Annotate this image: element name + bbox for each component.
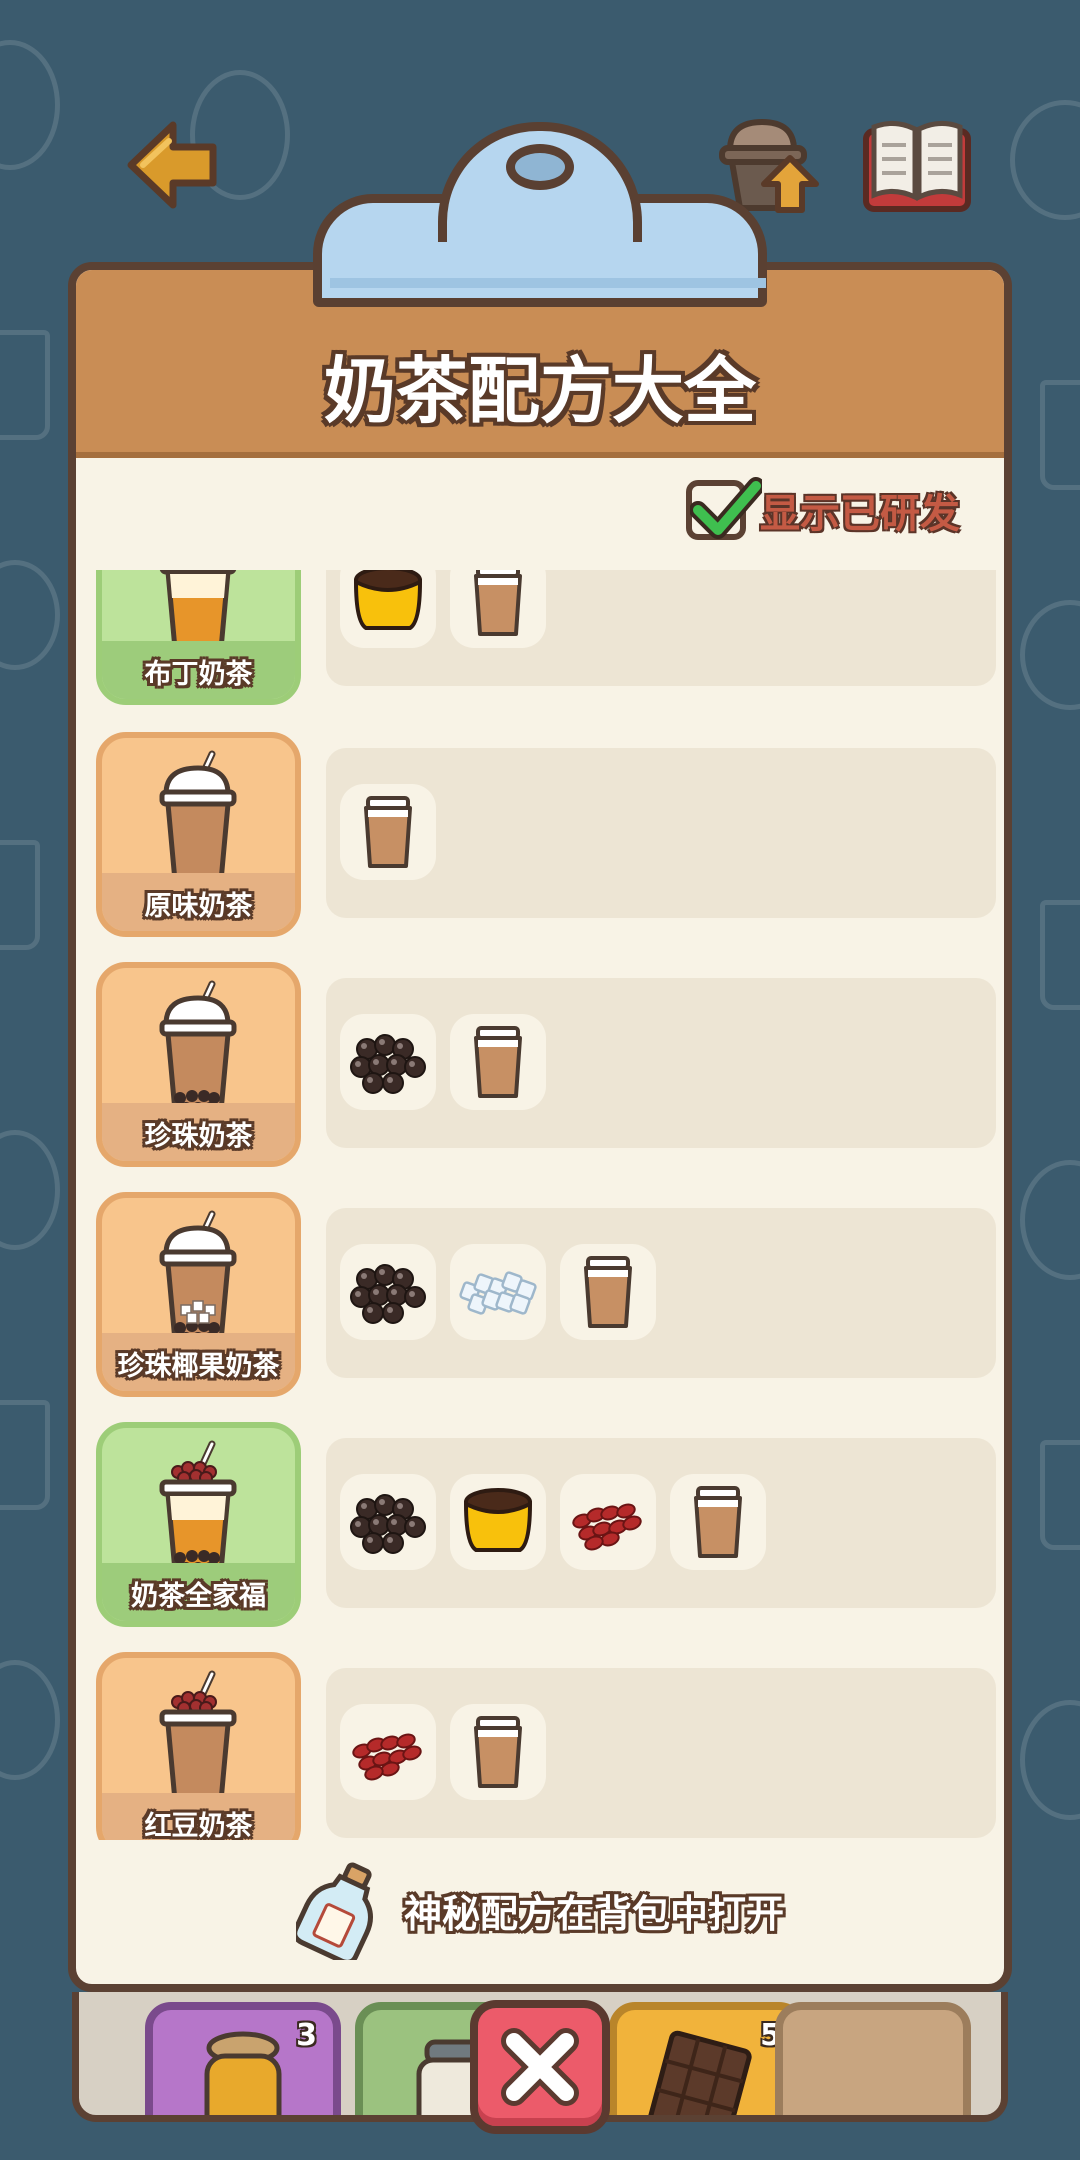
ingredient-list — [340, 1474, 766, 1570]
bg-decoration — [1020, 1700, 1080, 1820]
drink-card[interactable]: 珍珠椰果奶茶 — [96, 1192, 301, 1397]
pearls-icon — [350, 1264, 426, 1324]
bg-decoration — [0, 1130, 60, 1250]
mystery-recipe-hint: 神秘配方在背包中打开 — [76, 1860, 1004, 1960]
back-arrow-icon — [127, 121, 217, 209]
recipe-ingredients-panel — [326, 570, 996, 686]
bg-decoration — [0, 1400, 50, 1510]
backpack-slot-honey[interactable]: 3 — [145, 2002, 341, 2115]
ingredient-slot — [340, 1704, 436, 1800]
honey-jar-icon — [204, 2031, 282, 2115]
recipe-row[interactable]: 奶茶全家福 — [96, 1422, 996, 1627]
recipe-ingredients-panel — [326, 978, 996, 1148]
ingredient-list — [340, 1244, 656, 1340]
drink-card[interactable]: 奶茶全家福 — [96, 1422, 301, 1627]
drink-name: 珍珠奶茶 — [144, 1121, 253, 1152]
drink-name: 红豆奶茶 — [144, 1811, 253, 1840]
pearls-icon — [350, 1494, 426, 1554]
chocolate-icon — [643, 2030, 752, 2115]
bg-decoration — [1040, 380, 1080, 490]
drink-name: 原味奶茶 — [144, 891, 253, 922]
recipe-row[interactable]: 布丁奶茶 — [96, 570, 996, 705]
bg-decoration — [0, 330, 50, 440]
milk-tea-cup-icon — [364, 796, 412, 868]
bg-decoration — [0, 1660, 60, 1780]
recipe-row[interactable]: 珍珠椰果奶茶 — [96, 1192, 996, 1397]
close-button[interactable] — [470, 2000, 610, 2134]
milk-tea-cup-icon — [584, 1256, 632, 1328]
ingredient-slot — [450, 1244, 546, 1340]
ingredient-slot — [450, 1704, 546, 1800]
ingredient-slot — [340, 1244, 436, 1340]
ingredient-slot — [670, 1474, 766, 1570]
close-icon — [501, 2028, 579, 2106]
recipe-row[interactable]: 珍珠奶茶 — [96, 962, 996, 1167]
recipe-ingredients-panel — [326, 748, 996, 918]
drink-name: 奶茶全家福 — [131, 1581, 266, 1612]
drink-card[interactable]: 珍珠奶茶 — [96, 962, 301, 1167]
pudding-icon — [353, 570, 423, 630]
recipe-ingredients-panel — [326, 1208, 996, 1378]
ingredient-list — [340, 1704, 546, 1800]
bg-decoration — [1020, 600, 1080, 710]
recipe-panel: 奶茶配方大全 显示已研发 布丁奶茶原味奶茶珍珠奶茶珍珠椰果奶茶 奶茶全家福红豆奶茶… — [68, 262, 1012, 1992]
ingredient-list — [340, 784, 436, 880]
red-beans-icon — [352, 1733, 422, 1781]
ingredient-slot — [450, 1474, 546, 1570]
show-developed-label: 显示已研发 — [760, 491, 960, 537]
checkmark-icon — [690, 477, 762, 539]
bg-decoration — [0, 840, 40, 950]
ingredient-list — [340, 570, 546, 648]
recipe-book-icon — [863, 121, 971, 212]
ingredient-slot — [450, 570, 546, 648]
ingredient-slot — [560, 1474, 656, 1570]
recipe-book-button[interactable] — [862, 110, 972, 220]
bg-decoration — [1040, 900, 1080, 1010]
drink-name: 布丁奶茶 — [144, 659, 253, 690]
bottle-icon — [295, 1862, 373, 1960]
back-button[interactable] — [118, 110, 228, 220]
milk-tea-cup-icon — [474, 570, 522, 636]
bg-decoration — [0, 40, 60, 170]
recipe-ingredients-panel — [326, 1438, 996, 1608]
ingredient-slot — [340, 1014, 436, 1110]
bg-decoration — [1010, 100, 1080, 220]
ingredient-slot — [340, 570, 436, 648]
hint-text: 神秘配方在背包中打开 — [403, 1891, 784, 1936]
coconut-jelly-icon — [459, 1271, 537, 1315]
bg-decoration — [1020, 1160, 1080, 1280]
pearls-icon — [350, 1034, 426, 1094]
recipe-list[interactable]: 布丁奶茶原味奶茶珍珠奶茶珍珠椰果奶茶 奶茶全家福红豆奶茶 — [76, 570, 1004, 1840]
show-developed-checkbox[interactable] — [686, 477, 762, 540]
drink-card[interactable]: 原味奶茶 — [96, 732, 301, 937]
ingredient-slot — [450, 1014, 546, 1110]
bg-decoration — [1040, 1440, 1080, 1550]
bg-decoration — [0, 560, 60, 670]
milk-tea-cup-icon — [474, 1716, 522, 1788]
show-developed-toggle[interactable]: 显示已研发 — [686, 477, 960, 540]
recipe-row[interactable]: 原味奶茶 — [96, 732, 996, 937]
pudding-icon — [463, 1488, 533, 1552]
recipe-row[interactable]: 红豆奶茶 — [96, 1652, 996, 1840]
ingredient-list — [340, 1014, 546, 1110]
drink-card[interactable]: 红豆奶茶 — [96, 1652, 301, 1840]
drink-card[interactable]: 布丁奶茶 — [96, 570, 301, 705]
recipe-ingredients-panel — [326, 1668, 996, 1838]
ingredient-slot — [340, 1474, 436, 1570]
page-title: 奶茶配方大全 — [323, 349, 756, 433]
ingredient-slot — [340, 784, 436, 880]
milk-tea-cup-icon — [694, 1486, 742, 1558]
drink-name: 珍珠椰果奶茶 — [117, 1351, 280, 1382]
backpack-slot-empty[interactable] — [775, 2002, 971, 2115]
red-beans-icon — [572, 1503, 642, 1551]
ingredient-slot — [560, 1244, 656, 1340]
clipboard-clip — [313, 122, 767, 307]
clip-hole — [506, 144, 574, 190]
milk-tea-cup-icon — [474, 1026, 522, 1098]
